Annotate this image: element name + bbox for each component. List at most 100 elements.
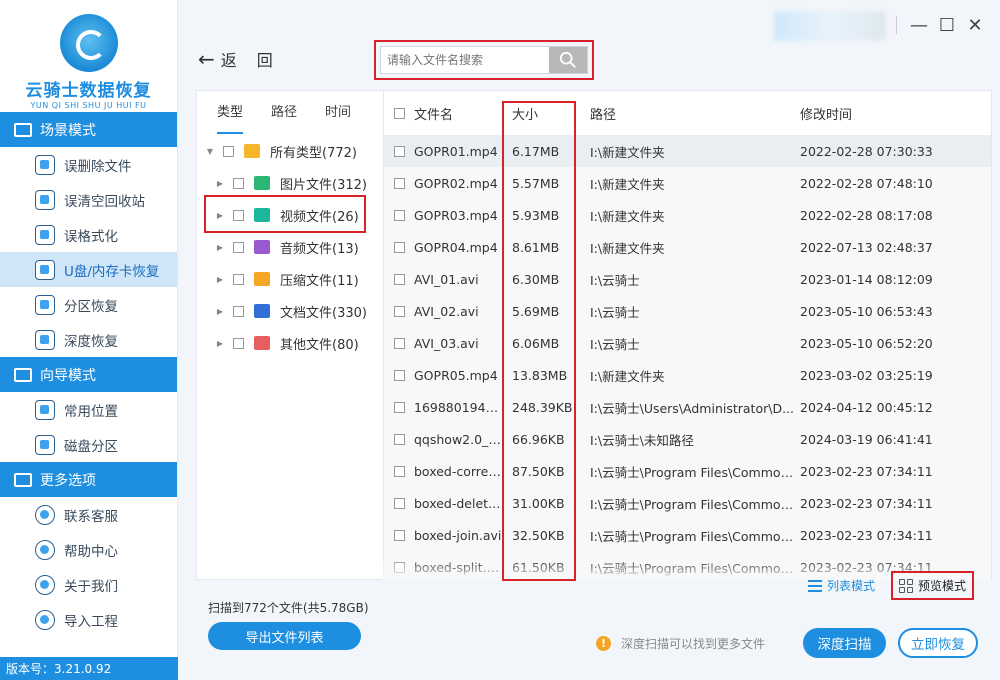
usb-drive-icon <box>35 259 55 280</box>
type-tree: ▼ 所有类型(772) ▶ 图片文件(312) ▶ 视频文件(26) ▶ 音频文件(13) ▶ 压… <box>197 135 383 359</box>
table-row[interactable]: AVI_01.avi 6.30MB I:\云骑士 2023-01-14 08:12:0… <box>384 263 991 295</box>
list-mode-button[interactable]: 列表模式 <box>808 577 875 594</box>
preview-mode-button[interactable]: 预览模式 <box>891 571 975 600</box>
tab-time[interactable]: 时间 <box>325 101 351 126</box>
tree-checkbox[interactable] <box>233 177 244 189</box>
sidebar-item[interactable]: 误格式化 <box>0 217 177 252</box>
windows-icon <box>35 399 55 420</box>
sidebar-item[interactable]: 关于我们 <box>0 567 177 602</box>
row-checkbox[interactable] <box>393 369 405 381</box>
sidebar-item[interactable]: 帮助中心 <box>0 532 177 567</box>
caret-down-icon[interactable]: ▼ <box>205 147 215 156</box>
sidebar-item[interactable]: 导入工程 <box>0 602 177 637</box>
sidebar-item[interactable]: 联系客服 <box>0 497 177 532</box>
section-icon <box>14 367 32 382</box>
row-checkbox[interactable] <box>393 305 405 317</box>
user-badge-blurred[interactable] <box>774 11 886 41</box>
sidebar-item-label: U盘/内存卡恢复 <box>64 263 160 280</box>
table-row[interactable]: GOPR03.mp4 5.93MB I:\新建文件夹 2022-02-28 08:17… <box>384 199 991 231</box>
row-checkbox[interactable] <box>393 145 405 157</box>
tree-item[interactable]: ▶ 音频文件(13) <box>197 231 383 263</box>
minimize-icon[interactable]: — <box>908 14 930 36</box>
list-icon <box>808 579 822 592</box>
caret-right-icon[interactable]: ▶ <box>215 179 225 188</box>
table-row[interactable]: qqshow2.0_sn... 66.96KB I:\云骑士\未知路径 2024-03… <box>384 423 991 455</box>
tab-path[interactable]: 路径 <box>271 101 297 126</box>
header-name[interactable]: 文件名 <box>414 104 502 123</box>
tree-item[interactable]: ▶ 其他文件(80) <box>197 327 383 359</box>
tree-item[interactable]: ▼ 所有类型(772) <box>197 135 383 167</box>
cell-size: 5.57MB <box>512 175 560 191</box>
table-row[interactable]: AVI_02.avi 5.69MB I:\云骑士 2023-05-10 06:53:4… <box>384 295 991 327</box>
sidebar-item-label: 常用位置 <box>64 403 118 420</box>
grid-icon <box>899 578 914 593</box>
row-checkbox[interactable] <box>393 209 405 221</box>
header-time[interactable]: 修改时间 <box>800 104 950 123</box>
table-row[interactable]: GOPR04.mp4 8.61MB I:\新建文件夹 2022-07-13 02:48… <box>384 231 991 263</box>
warning-icon: ! <box>596 636 611 651</box>
cell-path: I:\新建文件夹 <box>590 368 665 384</box>
recover-now-button[interactable]: 立即恢复 <box>898 628 978 658</box>
cell-size: 6.06MB <box>512 335 560 351</box>
table-row[interactable]: boxed-correc... 87.50KB I:\云骑士\Program Fil… <box>384 455 991 487</box>
table-row[interactable]: boxed-delete... 31.00KB I:\云骑士\Program Fil… <box>384 487 991 519</box>
tree-item[interactable]: ▶ 文档文件(330) <box>197 295 383 327</box>
deep-scan-button[interactable]: 深度扫描 <box>803 628 886 658</box>
sidebar-item[interactable]: 误删除文件 <box>0 147 177 182</box>
table-row[interactable]: GOPR05.mp4 13.83MB I:\新建文件夹 2023-03-02 03:2… <box>384 359 991 391</box>
caret-right-icon[interactable]: ▶ <box>215 243 225 252</box>
row-checkbox[interactable] <box>393 497 405 509</box>
row-checkbox[interactable] <box>393 465 405 477</box>
partition-icon <box>35 294 55 315</box>
sidebar-item-label: 联系客服 <box>64 508 118 525</box>
sidebar-item[interactable]: 误清空回收站 <box>0 182 177 217</box>
file-type-icon <box>254 272 270 286</box>
select-all-checkbox[interactable] <box>393 107 405 119</box>
sidebar-item-label: 误格式化 <box>64 228 118 245</box>
tree-item[interactable]: ▶ 压缩文件(11) <box>197 263 383 295</box>
search-box <box>380 46 588 74</box>
row-checkbox[interactable] <box>393 529 405 541</box>
file-recover-icon <box>35 154 55 175</box>
cell-time: 2023-02-23 07:34:11 <box>800 463 933 479</box>
row-checkbox[interactable] <box>393 337 405 349</box>
file-list-panel: 文件名 大小 路径 修改时间 GOPR01.mp4 6.17MB I:\新建文件夹 2… <box>383 91 991 581</box>
row-checkbox[interactable] <box>393 177 405 189</box>
table-row[interactable]: AVI_03.avi 6.06MB I:\云骑士 2023-05-10 06:52:2… <box>384 327 991 359</box>
cell-name: GOPR01.mp4 <box>414 143 498 159</box>
table-row[interactable]: 16988019427... 248.39KB I:\云骑士\Users\Admin… <box>384 391 991 423</box>
tab-type[interactable]: 类型 <box>217 101 244 134</box>
search-button[interactable] <box>549 47 587 73</box>
tree-checkbox[interactable] <box>233 305 244 317</box>
sidebar-item[interactable]: 磁盘分区 <box>0 427 177 462</box>
back-button[interactable]: ← 返 回 <box>198 47 273 71</box>
row-checkbox[interactable] <box>393 241 405 253</box>
cell-name: GOPR03.mp4 <box>414 207 498 223</box>
caret-right-icon[interactable]: ▶ <box>215 339 225 348</box>
table-row[interactable]: GOPR01.mp4 6.17MB I:\新建文件夹 2022-02-28 07:30… <box>384 135 991 167</box>
row-checkbox[interactable] <box>393 401 405 413</box>
tree-checkbox[interactable] <box>233 273 244 285</box>
close-icon[interactable]: ✕ <box>964 14 986 36</box>
caret-right-icon[interactable]: ▶ <box>215 275 225 284</box>
tree-checkbox[interactable] <box>233 337 244 349</box>
export-list-button[interactable]: 导出文件列表 <box>208 622 361 650</box>
maximize-icon[interactable]: ☐ <box>936 14 958 36</box>
cell-time: 2023-02-23 07:34:11 <box>800 527 933 543</box>
sidebar-item[interactable]: 深度恢复 <box>0 322 177 357</box>
header-size[interactable]: 大小 <box>502 104 590 123</box>
row-checkbox[interactable] <box>393 433 405 445</box>
search-input[interactable] <box>381 47 549 73</box>
deep-scan-tip: ! 深度扫描可以找到更多文件 <box>596 635 765 652</box>
sidebar-item[interactable]: 常用位置 <box>0 392 177 427</box>
tree-checkbox[interactable] <box>223 145 234 157</box>
sidebar-section-header: 更多选项 <box>0 462 177 497</box>
header-path[interactable]: 路径 <box>590 104 800 123</box>
sidebar-item[interactable]: 分区恢复 <box>0 287 177 322</box>
row-checkbox[interactable] <box>393 273 405 285</box>
table-row[interactable]: GOPR02.mp4 5.57MB I:\新建文件夹 2022-02-28 07:48… <box>384 167 991 199</box>
sidebar-item[interactable]: U盘/内存卡恢复 <box>0 252 177 287</box>
tree-checkbox[interactable] <box>233 241 244 253</box>
table-row[interactable]: boxed-join.avi 32.50KB I:\云骑士\Program File… <box>384 519 991 551</box>
caret-right-icon[interactable]: ▶ <box>215 307 225 316</box>
